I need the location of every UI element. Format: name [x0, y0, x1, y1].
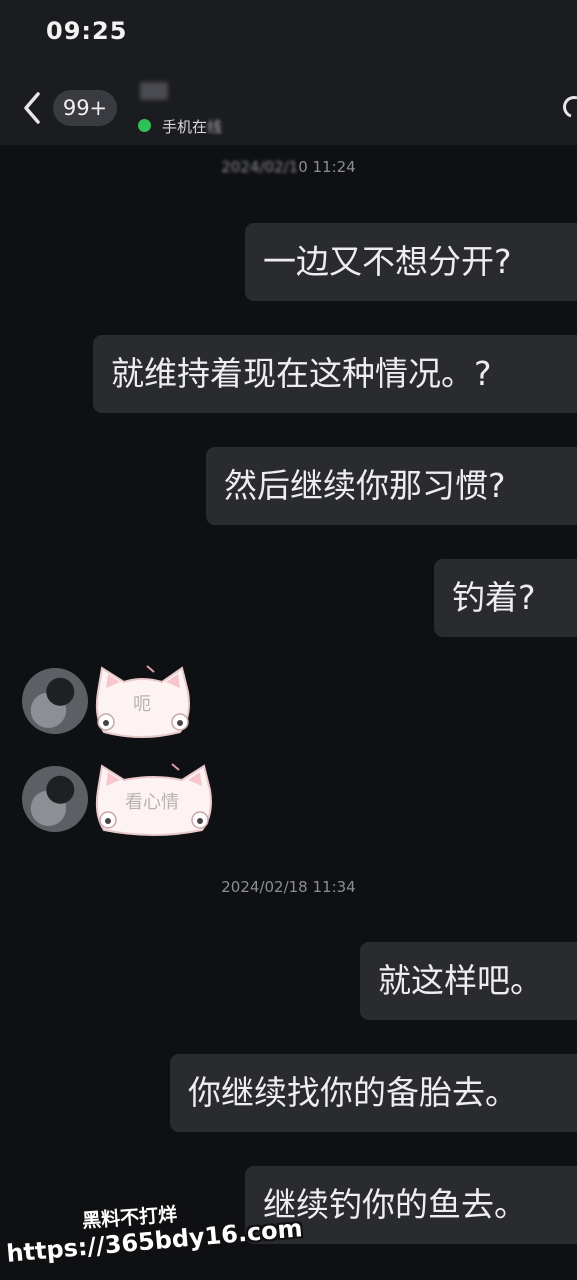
online-status-label: 手机在线 [162, 118, 223, 136]
unread-count-badge[interactable]: 99+ [53, 90, 117, 126]
outgoing-message-bubble[interactable]: 然后继续你那习惯? [206, 447, 577, 525]
outgoing-message-bubble[interactable]: 钓着? [434, 559, 577, 637]
chat-header: 99+ 手机在线 [0, 70, 577, 145]
cat-sticker[interactable]: 呃 [92, 662, 222, 742]
back-arrow-icon[interactable] [18, 88, 48, 128]
sticker-caption: 看心情 [125, 792, 179, 813]
status-bar: 09:25 [0, 0, 577, 70]
contact-avatar[interactable] [22, 766, 88, 832]
message-timestamp: 2024/02/18 11:34 [221, 878, 356, 896]
cat-sticker[interactable]: 看心情 [92, 760, 222, 840]
incoming-message-row: 看心情 [22, 760, 222, 840]
outgoing-message-bubble[interactable]: 一边又不想分开? [245, 223, 577, 301]
incoming-message-row: 呃 [22, 662, 222, 742]
sticker-caption: 呃 [133, 694, 151, 715]
watermark: 黑料不打烊 https://365bdy16.com [0, 1200, 320, 1280]
online-status-dot [138, 119, 151, 132]
message-timestamp: 2024/02/10 11:24 [221, 158, 356, 176]
contact-avatar[interactable] [22, 668, 88, 734]
contact-name[interactable] [140, 82, 168, 100]
more-options-icon[interactable] [563, 90, 577, 124]
outgoing-message-bubble[interactable]: 你继续找你的备胎去。 [170, 1054, 577, 1132]
outgoing-message-bubble[interactable]: 就这样吧。 [360, 942, 577, 1020]
outgoing-message-bubble[interactable]: 就维持着现在这种情况。? [93, 335, 577, 413]
status-time: 09:25 [46, 17, 128, 45]
